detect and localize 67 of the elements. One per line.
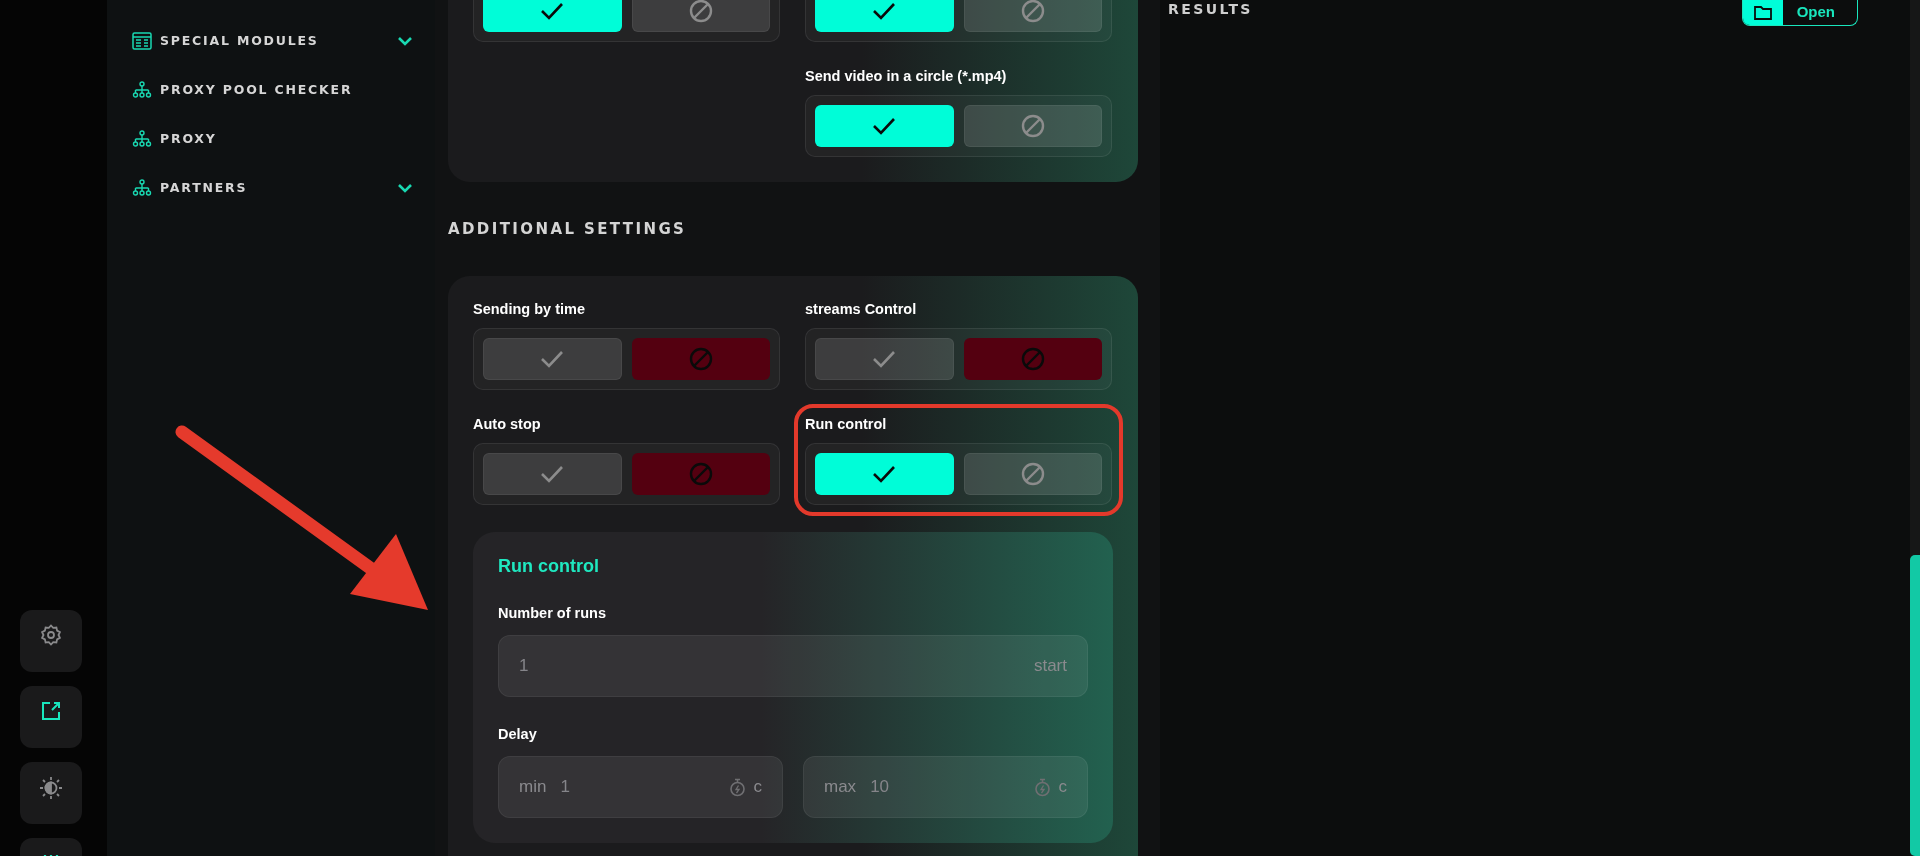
field-value: 1 bbox=[560, 777, 571, 797]
enable-button[interactable] bbox=[815, 0, 954, 32]
field-value: 1 bbox=[519, 656, 530, 676]
check-icon bbox=[539, 349, 566, 369]
check-icon bbox=[871, 116, 898, 136]
field-suffix: start bbox=[1033, 656, 1067, 676]
hierarchy-icon bbox=[132, 179, 152, 196]
number-field[interactable]: min 1 c bbox=[498, 756, 783, 818]
sidebar-item[interactable]: PARTNERS bbox=[107, 163, 435, 212]
enable-button[interactable] bbox=[815, 453, 954, 495]
sidebar-label: PROXY bbox=[160, 131, 218, 146]
chevron-down-icon[interactable] bbox=[397, 182, 413, 193]
sidebar-label: PROXY POOL CHECKER bbox=[160, 82, 354, 97]
sidebar-item[interactable]: SPECIAL MODULES bbox=[107, 16, 435, 65]
scrollbar-thumb[interactable] bbox=[1910, 555, 1920, 856]
disable-button[interactable] bbox=[963, 0, 1102, 32]
sidebar-item[interactable]: PROXY bbox=[107, 114, 435, 163]
check-icon bbox=[871, 349, 898, 369]
unit-label: c bbox=[753, 777, 762, 797]
timer-icon bbox=[728, 777, 746, 797]
field-prefix: max bbox=[824, 777, 857, 797]
open-button[interactable]: Open bbox=[1741, 0, 1858, 26]
table-icon bbox=[132, 31, 152, 50]
chevron-down-icon[interactable] bbox=[397, 35, 413, 46]
hierarchy-icon bbox=[132, 130, 152, 147]
setting-label: streams Control bbox=[805, 300, 918, 318]
disable-button[interactable] bbox=[631, 0, 770, 32]
setting-label: Send video in a circle (*.mp4) bbox=[805, 67, 1008, 85]
ban-icon bbox=[1020, 0, 1045, 23]
ban-icon bbox=[688, 462, 713, 486]
ban-icon bbox=[688, 347, 713, 371]
enable-button[interactable] bbox=[815, 105, 954, 147]
field-prefix: min bbox=[519, 777, 547, 797]
sidebar-label: PARTNERS bbox=[160, 180, 249, 195]
disable-button[interactable] bbox=[963, 105, 1102, 147]
enable-button[interactable] bbox=[815, 338, 954, 380]
ban-icon bbox=[688, 0, 713, 23]
sun-moon-icon bbox=[38, 775, 64, 801]
check-icon bbox=[871, 1, 898, 21]
sidebar-label: SPECIAL MODULES bbox=[160, 33, 320, 48]
dock-button[interactable] bbox=[20, 762, 82, 824]
timer-icon bbox=[1033, 777, 1051, 797]
external-link-icon bbox=[39, 699, 63, 723]
ban-icon bbox=[1020, 462, 1045, 486]
folder-icon bbox=[1752, 4, 1773, 21]
ban-icon bbox=[1020, 347, 1045, 371]
hierarchy-icon bbox=[132, 81, 152, 98]
field-label: Number of runs bbox=[498, 604, 607, 622]
sidebar-item[interactable]: PROXY POOL CHECKER bbox=[107, 65, 435, 114]
setting-label: Auto stop bbox=[473, 415, 542, 433]
section-title: ADDITIONAL SETTINGS bbox=[448, 220, 688, 238]
setting-label: Run control bbox=[805, 415, 888, 433]
unit-label: c bbox=[1058, 777, 1067, 797]
field-label: Delay bbox=[498, 725, 538, 743]
field-value: 10 bbox=[870, 777, 891, 797]
section-title: RESULTS bbox=[1168, 0, 1253, 18]
check-icon bbox=[539, 464, 566, 484]
check-icon bbox=[871, 464, 898, 484]
settings-icon bbox=[39, 623, 63, 647]
check-icon bbox=[539, 1, 566, 21]
setting-label: Sending by time bbox=[473, 300, 586, 318]
ban-icon bbox=[1020, 114, 1045, 138]
panel-title: Run control bbox=[498, 555, 600, 578]
enable-button[interactable] bbox=[483, 0, 622, 32]
dock-button[interactable] bbox=[20, 686, 82, 748]
dock-button[interactable] bbox=[20, 610, 82, 672]
disable-button[interactable] bbox=[963, 453, 1102, 495]
